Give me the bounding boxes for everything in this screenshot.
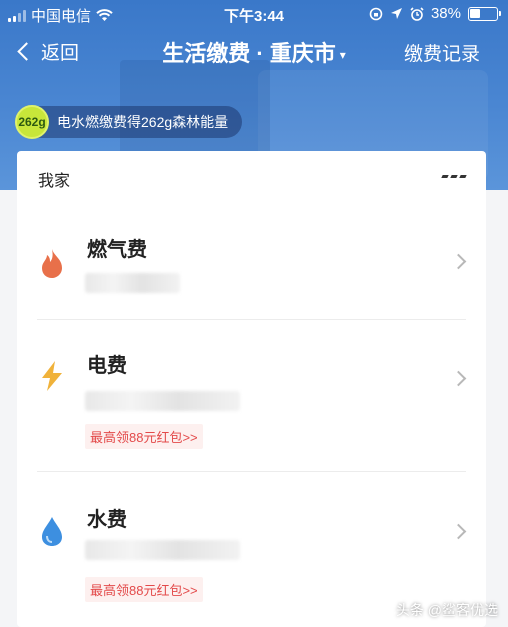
list-item-gas[interactable]: 燃气费 [17, 221, 486, 321]
blurred-account-info [85, 273, 180, 293]
chevron-right-icon [450, 370, 467, 387]
payment-record-button[interactable]: 缴费记录 [404, 39, 480, 66]
item-name: 水费 [87, 509, 127, 531]
battery-icon [468, 6, 501, 21]
dropdown-caret-icon: ▾ [339, 48, 346, 63]
battery-fill [470, 8, 480, 18]
blurred-account-info [85, 391, 240, 411]
rotation-lock-icon [369, 7, 383, 20]
divider [37, 471, 466, 472]
red-packet-promo-link[interactable]: 最高领88元红包>> [85, 577, 203, 602]
watermark: 头条 @鲨客优选 [395, 602, 498, 618]
red-packet-promo-link[interactable]: 最高领88元红包>> [85, 424, 203, 449]
alarm-icon [410, 6, 424, 21]
water-drop-icon [42, 517, 62, 546]
page-title-text: 生活缴费 · 重庆市 [162, 41, 336, 66]
list-item-electricity[interactable]: 电费 最高领88元红包>> [17, 321, 486, 471]
location-icon [390, 8, 402, 19]
flame-icon [42, 249, 62, 278]
chevron-right-icon [450, 523, 467, 540]
item-name: 燃气费 [87, 239, 147, 261]
divider [37, 319, 466, 320]
card-title: 我家 [38, 173, 71, 190]
bill-card: 我家 燃气费 电费 最高领88元红包>> 水费 最高领88元红包>> [17, 151, 486, 627]
item-name: 电费 [87, 355, 127, 377]
navigation-bar: 返回 生活缴费 · 重庆市 ▾ 缴费记录 [0, 34, 508, 74]
energy-text: 电水燃缴费得262g森林能量 [57, 114, 229, 130]
energy-badge: 262g [15, 105, 49, 139]
chevron-right-icon [450, 253, 467, 270]
forest-energy-banner[interactable]: 262g 电水燃缴费得262g森林能量 [15, 105, 243, 139]
blurred-account-info [85, 540, 240, 560]
status-bar: 中国电信 下午3:44 38% [0, 0, 508, 28]
more-options-icon[interactable] [441, 175, 467, 178]
battery-percent: 38% [430, 5, 461, 22]
lightning-icon [42, 361, 62, 391]
status-right: 38% [369, 5, 501, 22]
